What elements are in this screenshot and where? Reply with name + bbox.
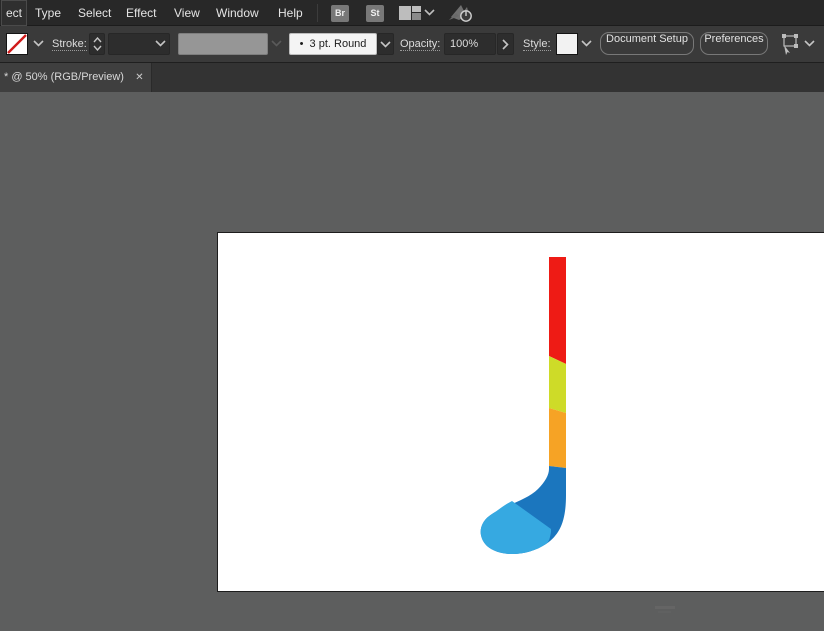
opacity-input[interactable]: 100% <box>444 33 496 55</box>
artboard[interactable] <box>217 232 824 592</box>
document-tab-title: * @ 50% (RGB/Preview) <box>4 71 124 83</box>
hockey-stick-illustration[interactable] <box>218 233 824 591</box>
menu-item-type[interactable]: Type <box>31 0 65 26</box>
stroke-label[interactable]: Stroke: <box>52 38 87 51</box>
free-transform-icon[interactable] <box>778 33 802 55</box>
menu-bar: ect Type Select Effect View Window Help … <box>0 0 824 26</box>
stock-badge-icon[interactable]: St <box>366 5 384 22</box>
chevron-down-icon[interactable] <box>155 40 166 47</box>
chevron-down-icon[interactable] <box>424 9 435 16</box>
document-tab-bar: * @ 50% (RGB/Preview) ✕ <box>0 63 824 92</box>
stick-segment-lime[interactable] <box>549 356 566 413</box>
bridge-badge-icon[interactable]: Br <box>331 5 349 22</box>
canvas-artifact <box>655 606 675 609</box>
close-icon[interactable]: ✕ <box>132 70 147 85</box>
chevron-down-icon <box>271 40 282 47</box>
menu-item-select[interactable]: Select <box>74 0 115 26</box>
brush-bullet: • <box>299 38 304 50</box>
document-setup-button[interactable]: Document Setup <box>600 32 694 55</box>
menu-divider <box>317 4 318 22</box>
chevron-down-icon[interactable] <box>581 40 592 47</box>
canvas-area[interactable] <box>0 92 824 631</box>
canvas-artifact <box>658 611 671 613</box>
brush-definition-dropdown-button[interactable] <box>377 33 394 55</box>
brush-name: 3 pt. Round <box>309 38 367 50</box>
stick-segment-red[interactable] <box>549 257 566 364</box>
chevron-down-icon[interactable] <box>804 40 815 47</box>
menu-item-help[interactable]: Help <box>274 0 307 26</box>
menu-item-effect[interactable]: Effect <box>122 0 160 26</box>
opacity-expand-button[interactable] <box>497 33 514 55</box>
stroke-weight-stepper[interactable] <box>89 33 105 55</box>
stick-segment-orange[interactable] <box>549 408 566 468</box>
style-label[interactable]: Style: <box>523 38 551 51</box>
graphic-style-swatch[interactable] <box>556 33 578 55</box>
opacity-label[interactable]: Opacity: <box>400 38 441 51</box>
color-none-swatch[interactable] <box>6 33 28 55</box>
workspace-layout-icon[interactable] <box>399 6 421 20</box>
gpu-performance-icon[interactable] <box>447 3 475 23</box>
control-bar: Stroke: • 3 pt. Round Opacity: 100% Styl… <box>0 26 824 63</box>
chevron-down-icon[interactable] <box>33 40 44 47</box>
menu-item-view[interactable]: View <box>170 0 204 26</box>
preferences-button[interactable]: Preferences <box>700 32 768 55</box>
illustrator-window: ect Type Select Effect View Window Help … <box>0 0 824 631</box>
document-tab[interactable]: * @ 50% (RGB/Preview) ✕ <box>0 63 152 92</box>
menu-item-window[interactable]: Window <box>212 0 263 26</box>
brush-definition-field[interactable]: • 3 pt. Round <box>289 33 377 55</box>
menu-item-object-partial[interactable]: ect <box>1 0 28 26</box>
variable-width-profile-dropdown <box>178 33 268 55</box>
